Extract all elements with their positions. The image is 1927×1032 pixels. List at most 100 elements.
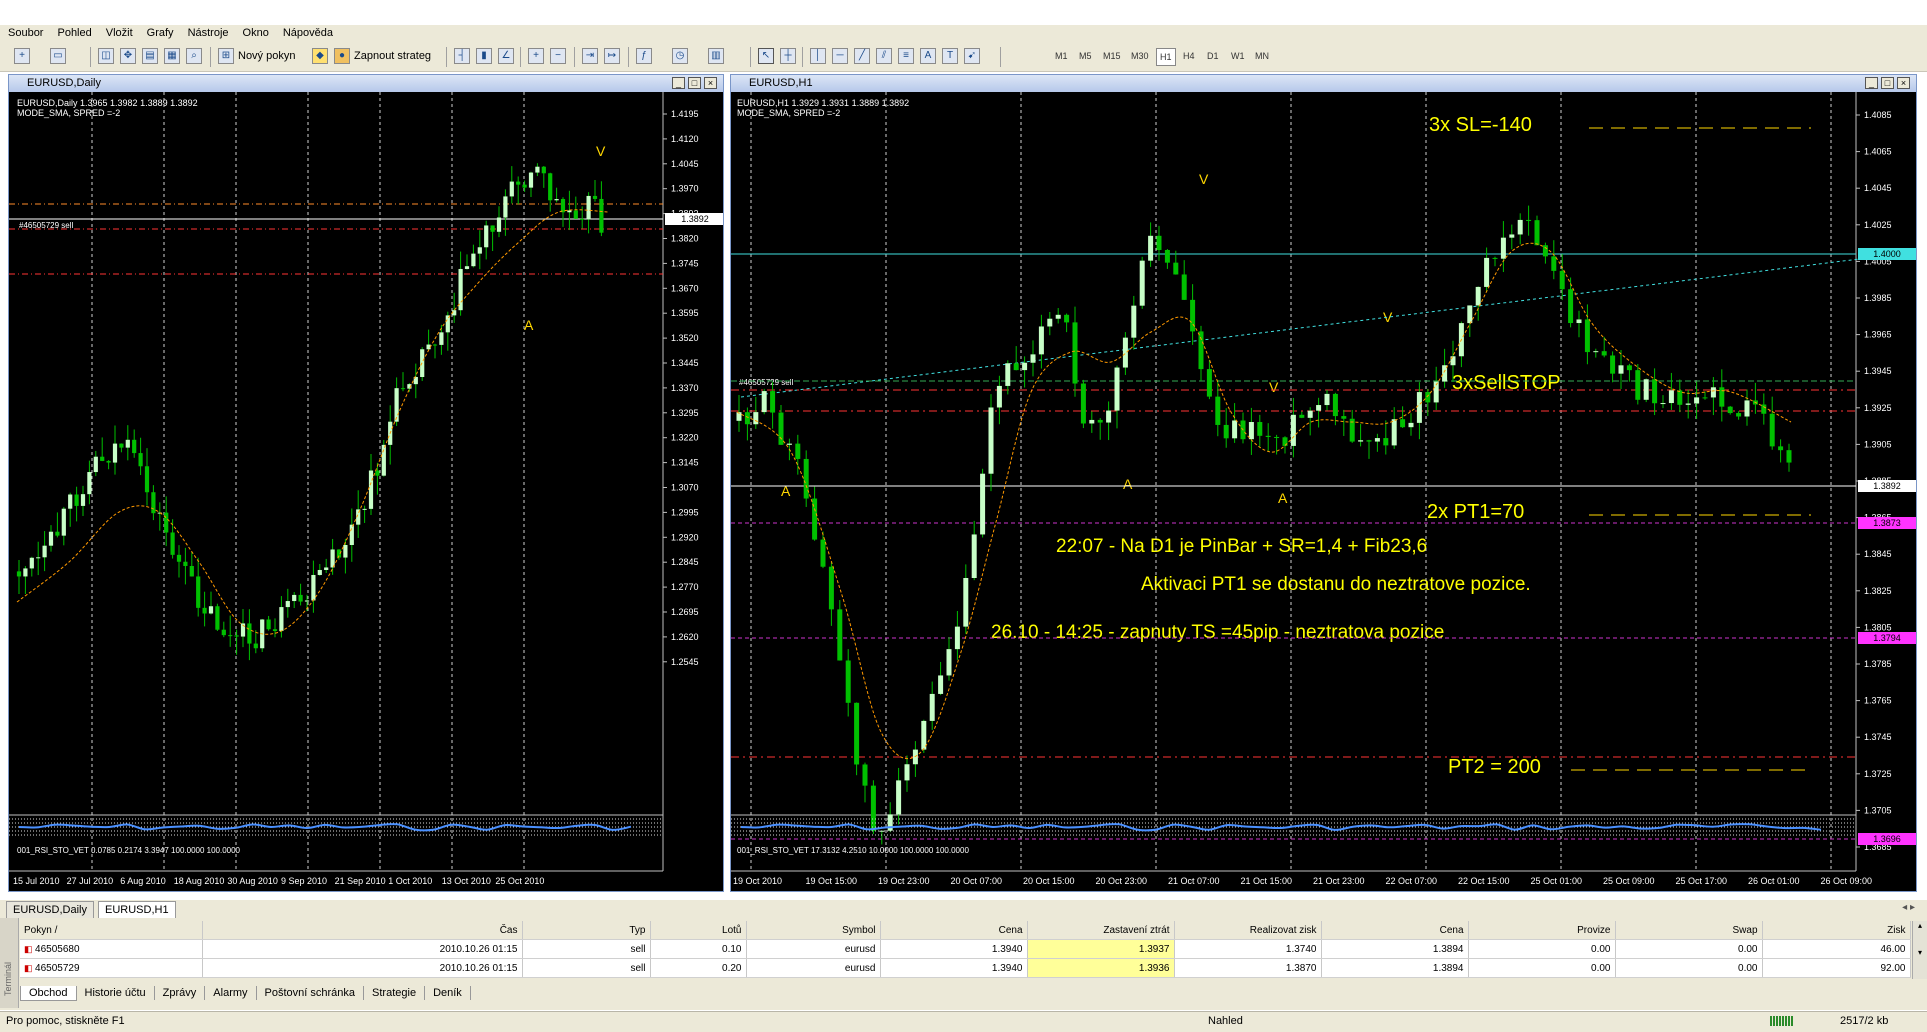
menu-file[interactable]: Soubor bbox=[0, 25, 49, 39]
autotrading-icon[interactable]: ● bbox=[334, 48, 350, 64]
crosshair-icon[interactable]: ┼ bbox=[780, 48, 796, 64]
new-order-button[interactable]: Nový pokyn bbox=[238, 47, 295, 65]
profit-target-1-annotation: 2x PT1=70 bbox=[1427, 501, 1524, 523]
maximize-button[interactable]: □ bbox=[1881, 77, 1894, 89]
arrows-icon[interactable]: ➹ bbox=[964, 48, 980, 64]
col-price[interactable]: Cena bbox=[880, 921, 1028, 940]
tab-alerts[interactable]: Alarmy bbox=[205, 986, 257, 1000]
date-tick-label: 21 Oct 07:00 bbox=[1168, 876, 1220, 886]
timeframe-d1-button[interactable]: D1 bbox=[1204, 48, 1222, 64]
timeframe-m5-button[interactable]: M5 bbox=[1076, 48, 1095, 64]
vertical-line-icon[interactable]: │ bbox=[810, 48, 826, 64]
candle-body bbox=[1668, 390, 1674, 404]
chart-shift-icon[interactable]: ⇥ bbox=[582, 48, 598, 64]
candle-body bbox=[394, 388, 399, 422]
strategy-tester-icon[interactable]: ⌕ bbox=[186, 48, 202, 64]
profiles-icon[interactable]: ▭ bbox=[50, 48, 66, 64]
trendline-icon[interactable]: ╱ bbox=[854, 48, 870, 64]
autotrading-button[interactable]: Zapnout strateg bbox=[354, 47, 442, 65]
date-tick-label: 6 Aug 2010 bbox=[120, 876, 166, 886]
col-lots[interactable]: Lotů bbox=[650, 921, 747, 940]
timeframe-h1-button[interactable]: H1 bbox=[1156, 48, 1176, 66]
tab-experts[interactable]: Strategie bbox=[364, 986, 426, 1000]
menu-view[interactable]: Pohled bbox=[49, 25, 97, 39]
table-row[interactable]: ◧ 46505729 2010.10.26 01:15 sell 0.20 eu… bbox=[20, 958, 1911, 978]
minimize-button[interactable]: _ bbox=[672, 77, 685, 89]
meta-editor-icon[interactable]: ◆ bbox=[312, 48, 328, 64]
h1-chart-title[interactable]: EURUSD,H1 bbox=[731, 75, 1916, 92]
chart-tab-daily[interactable]: EURUSD,Daily bbox=[6, 901, 94, 918]
timeframe-mn-button[interactable]: MN bbox=[1252, 48, 1272, 64]
candle-body bbox=[753, 412, 759, 425]
bar-chart-icon[interactable]: ┤ bbox=[454, 48, 470, 64]
zoom-in-icon[interactable]: + bbox=[528, 48, 544, 64]
daily-chart-canvas[interactable]: EURUSD,Daily 1.3965 1.3982 1.3889 1.3892… bbox=[9, 92, 723, 891]
candle-body bbox=[1290, 414, 1296, 446]
line-chart-icon[interactable]: ∠ bbox=[498, 48, 514, 64]
data-window-icon[interactable]: ▤ bbox=[142, 48, 158, 64]
horizontal-line-icon[interactable]: ─ bbox=[832, 48, 848, 64]
col-type[interactable]: Typ bbox=[522, 921, 651, 940]
zoom-out-icon[interactable]: − bbox=[550, 48, 566, 64]
menu-help[interactable]: Nápověda bbox=[275, 25, 339, 39]
autoscroll-icon[interactable]: ↦ bbox=[604, 48, 620, 64]
price-tick-label: 1.3670 bbox=[671, 283, 699, 293]
navigator-icon[interactable]: ✥ bbox=[120, 48, 136, 64]
col-stop-loss[interactable]: Zastavení ztrát bbox=[1027, 921, 1175, 940]
close-button[interactable]: × bbox=[704, 77, 717, 89]
col-commission[interactable]: Provize bbox=[1468, 921, 1616, 940]
new-order-icon[interactable]: ⊞ bbox=[218, 48, 234, 64]
timeframe-h4-button[interactable]: H4 bbox=[1180, 48, 1198, 64]
chart-info-ohlc: EURUSD,Daily 1.3965 1.3982 1.3889 1.3892 bbox=[17, 98, 198, 108]
h1-chart-canvas[interactable]: EURUSD,H1 1.3929 1.3931 1.3889 1.3892 MO… bbox=[731, 92, 1916, 891]
tab-news[interactable]: Zprávy bbox=[155, 986, 206, 1000]
col-symbol[interactable]: Symbol bbox=[746, 921, 881, 940]
daily-chart-window[interactable]: EURUSD,Daily _ □ × EURUSD,Daily 1.3965 1… bbox=[8, 74, 724, 892]
col-profit[interactable]: Zisk bbox=[1762, 921, 1911, 940]
candle-body bbox=[445, 315, 450, 333]
timeframe-m30-button[interactable]: M30 bbox=[1128, 48, 1152, 64]
text-icon[interactable]: A bbox=[920, 48, 936, 64]
table-row[interactable]: ◧ 46505680 2010.10.26 01:15 sell 0.10 eu… bbox=[20, 939, 1911, 959]
candle-body bbox=[1265, 435, 1271, 437]
indicators-icon[interactable]: ƒ bbox=[636, 48, 652, 64]
h1-chart-window[interactable]: EURUSD,H1 _ □ × EURUSD,H1 1.3929 1.3931 … bbox=[730, 74, 1917, 892]
col-order[interactable]: Pokyn / bbox=[20, 921, 203, 940]
tab-mailbox[interactable]: Poštovní schránka bbox=[257, 986, 365, 1000]
candle-body bbox=[1492, 257, 1498, 259]
terminal-icon[interactable]: ▦ bbox=[164, 48, 180, 64]
maximize-button[interactable]: □ bbox=[688, 77, 701, 89]
col-time[interactable]: Čas bbox=[202, 921, 523, 940]
fibonacci-icon[interactable]: ≡ bbox=[898, 48, 914, 64]
candle-chart-icon[interactable]: ▮ bbox=[476, 48, 492, 64]
menu-insert[interactable]: Vložit bbox=[98, 25, 139, 39]
menu-tools[interactable]: Nástroje bbox=[180, 25, 235, 39]
candle-body bbox=[1786, 450, 1792, 463]
new-chart-icon[interactable]: + bbox=[14, 48, 30, 64]
tab-scroll-arrows-icon[interactable]: ◂ ▸ bbox=[1902, 902, 1915, 913]
market-watch-icon[interactable]: ◫ bbox=[98, 48, 114, 64]
menu-window[interactable]: Okno bbox=[235, 25, 275, 39]
menu-charts[interactable]: Grafy bbox=[139, 25, 180, 39]
close-button[interactable]: × bbox=[1897, 77, 1910, 89]
candle-body bbox=[770, 391, 776, 413]
daily-chart-title[interactable]: EURUSD,Daily bbox=[9, 75, 723, 92]
chart-tab-h1[interactable]: EURUSD,H1 bbox=[98, 901, 176, 918]
timeframe-m15-button[interactable]: M15 bbox=[1100, 48, 1124, 64]
col-current-price[interactable]: Cena bbox=[1321, 921, 1469, 940]
equidistant-channel-icon[interactable]: ⫽ bbox=[876, 48, 892, 64]
minimize-button[interactable]: _ bbox=[1865, 77, 1878, 89]
tab-trade[interactable]: Obchod bbox=[20, 986, 77, 1001]
timeframe-m1-button[interactable]: M1 bbox=[1052, 48, 1071, 64]
col-swap[interactable]: Swap bbox=[1615, 921, 1763, 940]
terminal-scrollbar[interactable]: ▴ ▾ bbox=[1912, 921, 1927, 979]
timeframe-w1-button[interactable]: W1 bbox=[1228, 48, 1248, 64]
cursor-icon[interactable]: ↖ bbox=[758, 48, 774, 64]
templates-icon[interactable]: ▥ bbox=[708, 48, 724, 64]
col-take-profit[interactable]: Realizovat zisk bbox=[1174, 921, 1322, 940]
order-lots: 0.20 bbox=[650, 958, 747, 978]
text-label-icon[interactable]: T bbox=[942, 48, 958, 64]
tab-account-history[interactable]: Historie účtu bbox=[77, 986, 155, 1000]
tab-journal[interactable]: Deník bbox=[425, 986, 471, 1000]
periods-icon[interactable]: ◷ bbox=[672, 48, 688, 64]
